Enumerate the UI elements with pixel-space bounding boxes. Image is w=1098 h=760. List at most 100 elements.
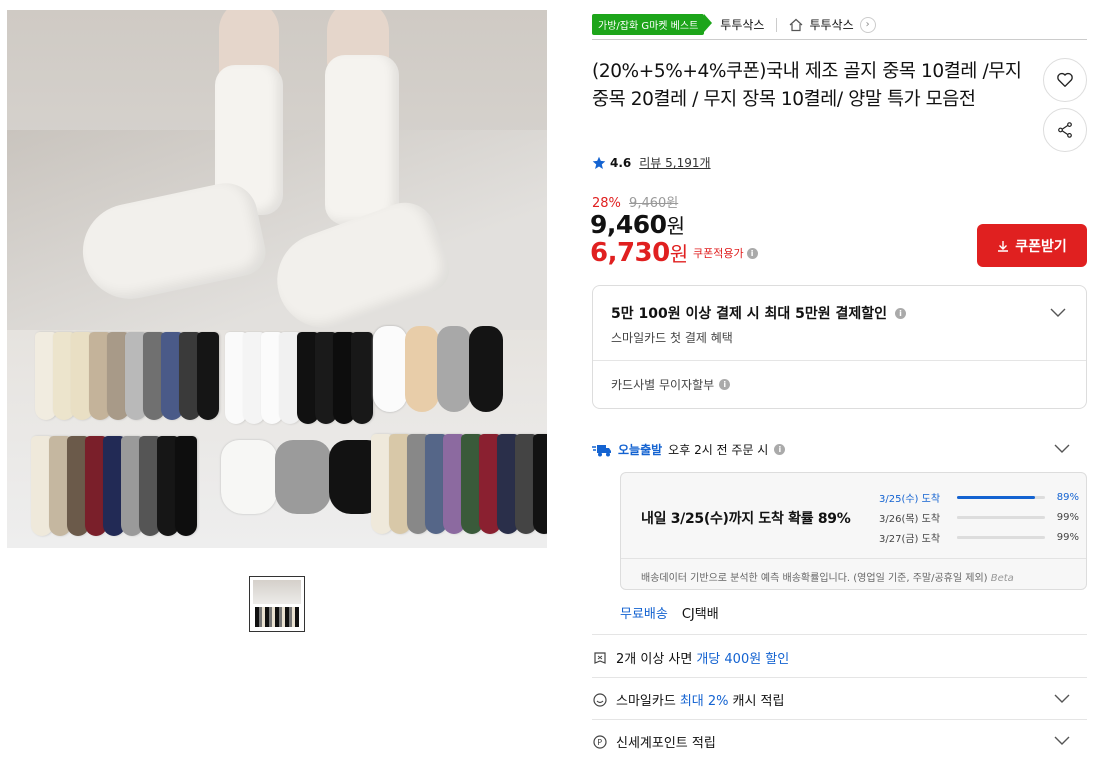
ship-cutoff: 오후 2시 전 주문 시 [668, 443, 769, 457]
delivery-pct: 99% [1056, 511, 1079, 523]
discount-percent: 28% [592, 196, 621, 211]
shinsegae-label: 신세계포인트 적립 [616, 736, 716, 751]
sale-price-value: 9,460 [590, 210, 667, 239]
breadcrumb: 가방/잡화 G마켓 베스트 투투삭스 투투삭스 › [592, 10, 1087, 40]
product-main-image[interactable] [7, 10, 547, 548]
card-benefit-box[interactable]: 5만 100원 이상 결제 시 최대 5만원 결제할인 i 스마일카드 첫 결제… [592, 285, 1087, 409]
rating: 4.6 리뷰 5,191개 [592, 154, 711, 171]
download-icon [998, 240, 1009, 252]
carrier: CJ택배 [681, 607, 719, 622]
thumbnail-top [253, 580, 301, 604]
breadcrumb-store[interactable]: 투투삭스 [809, 16, 853, 33]
chevron-down-icon[interactable] [1050, 308, 1066, 318]
share-button[interactable] [1043, 108, 1087, 152]
delivery-note: 배송데이터 기반으로 분석한 예측 배송확률입니다. (영업일 기준, 주말/공… [641, 569, 1014, 584]
delivery-bar-row: 3/27(금) 도착 99% [879, 527, 1079, 547]
info-icon[interactable]: i [895, 307, 907, 319]
delivery-pct: 89% [1056, 491, 1079, 503]
sock-set-crew-colors [35, 332, 219, 420]
installment-row[interactable]: 카드사별 무이자할부 i [611, 376, 731, 393]
chevron-down-icon[interactable] [1054, 694, 1070, 704]
rating-score: 4.6 [610, 155, 632, 170]
card-benefit-sub: 스마일카드 첫 결제 혜택 [611, 331, 733, 345]
card-benefit-headline: 5만 100원 이상 결제 시 최대 5만원 결제할인 i [611, 303, 907, 323]
sock-set-white-black [225, 332, 373, 424]
sock-set-multicolor [371, 434, 547, 534]
delivery-probability-text: 내일 3/25(수)까지 도착 확률 89% [641, 511, 851, 527]
home-icon [789, 18, 803, 32]
chevron-down-icon[interactable] [1054, 444, 1070, 454]
smile-highlight: 최대 2% [679, 694, 729, 709]
delivery-bar-row: 3/26(목) 도착 99% [879, 507, 1079, 527]
info-icon[interactable]: i [719, 379, 731, 390]
info-icon[interactable]: i [774, 444, 786, 455]
sale-price: 9,460원 [590, 210, 685, 239]
sock-set-no-show [373, 326, 503, 412]
card-benefit-title: 5만 100원 이상 결제 시 최대 5만원 결제할인 [611, 306, 888, 322]
delivery-date: 3/26(목) 도착 [879, 513, 941, 525]
coupon-button-label: 쿠폰받기 [1015, 238, 1067, 255]
review-link[interactable]: 리뷰 5,191개 [639, 154, 710, 171]
coupon-icon [592, 650, 608, 666]
share-icon [1058, 122, 1072, 138]
delivery-fill [956, 515, 1044, 519]
sock-set-ankle-colors [31, 436, 197, 536]
info-icon[interactable]: i [746, 247, 758, 259]
delivery-separator [621, 558, 1086, 559]
breadcrumb-divider [776, 17, 778, 32]
delivery-note-text: 배송데이터 기반으로 분석한 예측 배송확률입니다. (영업일 기준, 주말/공… [641, 573, 988, 584]
coupon-note-label: 쿠폰적용가 [693, 247, 744, 260]
original-price: 9,460원 [629, 196, 679, 211]
delivery-header: 오늘출발 오후 2시 전 주문 시 i [592, 441, 786, 458]
installment-label: 카드사별 무이자할부 [611, 378, 715, 392]
heart-icon [1057, 72, 1073, 87]
multi-buy-benefit: 2개 이상 사면 개당 400원 할인 [592, 648, 789, 667]
shipping-row: 무료배송 CJ택배 [620, 603, 719, 622]
sale-price-won: 원 [666, 214, 685, 238]
delivery-date: 3/25(수) 도착 [879, 493, 941, 505]
multi-buy-prefix: 2개 이상 사면 [616, 652, 693, 667]
delivery-track [956, 535, 1045, 539]
chevron-right-icon[interactable]: › [859, 16, 876, 33]
delivery-fill [956, 535, 1044, 539]
divider [592, 719, 1087, 720]
sock-set-low-cut [221, 440, 385, 514]
coupon-price-won: 원 [669, 242, 688, 266]
coupon-note: 쿠폰적용가 i [693, 245, 758, 261]
today-ship-label: 오늘출발 [618, 443, 663, 457]
card-divider [593, 360, 1086, 361]
coupon-price-value: 6,730 [590, 238, 670, 268]
delivery-fill [956, 495, 1036, 499]
thumbnail-bottom [255, 607, 299, 627]
star-icon [592, 156, 606, 169]
delivery-date: 3/27(금) 도착 [879, 533, 941, 545]
coupon-download-button[interactable]: 쿠폰받기 [977, 224, 1087, 267]
smile-card-benefit[interactable]: 스마일카드 최대 2% 캐시 적립 [592, 690, 784, 709]
delivery-track [956, 515, 1045, 519]
divider [592, 634, 1087, 635]
product-title: (20%+5%+4%쿠폰)국내 제조 골지 중목 10켤레 /무지 중목 20켤… [592, 61, 1022, 110]
beta-label: Beta [990, 573, 1014, 584]
smile-prefix: 스마일카드 [616, 694, 676, 709]
best-badge[interactable]: 가방/잡화 G마켓 베스트 [592, 14, 713, 35]
delivery-probability-box: 내일 3/25(수)까지 도착 확률 89% 3/25(수) 도착 89% 3/… [620, 472, 1087, 590]
coupon-price: 6,730원 [590, 238, 688, 268]
discount-line: 28% 9,460원 [592, 192, 678, 211]
truck-icon [592, 444, 611, 456]
smile-suffix: 캐시 적립 [732, 694, 785, 709]
free-shipping[interactable]: 무료배송 [620, 603, 668, 622]
delivery-bars: 3/25(수) 도착 89% 3/26(목) 도착 99% 3/27(금) 도착… [879, 487, 1079, 547]
delivery-pct: 99% [1056, 531, 1079, 543]
delivery-bar-row: 3/25(수) 도착 89% [879, 487, 1079, 507]
shinsegae-point-benefit[interactable]: P 신세계포인트 적립 [592, 732, 716, 751]
multi-buy-highlight: 개당 400원 할인 [696, 652, 790, 667]
thumbnail-1[interactable] [249, 576, 305, 632]
sock-right [325, 55, 399, 225]
point-icon: P [592, 734, 608, 750]
chevron-down-icon[interactable] [1054, 736, 1070, 746]
wishlist-button[interactable] [1043, 58, 1087, 102]
divider [592, 677, 1087, 678]
svg-text:P: P [597, 738, 602, 747]
breadcrumb-category[interactable]: 투투삭스 [720, 16, 764, 33]
delivery-track [956, 495, 1045, 499]
